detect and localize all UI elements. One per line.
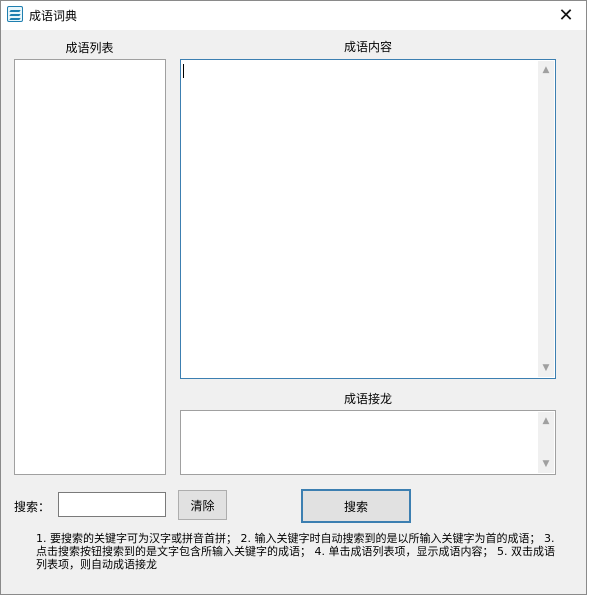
scroll-down-icon[interactable]: ▼ bbox=[538, 363, 554, 373]
text-caret bbox=[183, 64, 184, 78]
scroll-up-icon[interactable]: ▲ bbox=[538, 65, 554, 75]
idiom-chain-label: 成语接龙 bbox=[343, 392, 392, 406]
idiom-content-label: 成语内容 bbox=[343, 40, 392, 54]
content-scrollbar[interactable]: ▲ ▼ bbox=[538, 61, 554, 377]
scroll-down-icon[interactable]: ▼ bbox=[538, 459, 554, 469]
search-label: 搜索： bbox=[14, 500, 51, 514]
chain-scrollbar[interactable]: ▲ ▼ bbox=[538, 412, 554, 473]
dictionary-app-icon bbox=[7, 6, 23, 22]
window-title: 成语词典 bbox=[29, 9, 78, 23]
clear-button[interactable]: 清除 bbox=[178, 490, 227, 520]
close-icon: ✕ bbox=[558, 5, 574, 26]
title-bar[interactable]: 成语词典 ✕ bbox=[1, 1, 586, 30]
close-button[interactable]: ✕ bbox=[546, 1, 586, 30]
search-input[interactable] bbox=[58, 492, 166, 517]
search-button[interactable]: 搜索 bbox=[301, 489, 411, 523]
idiom-list-label: 成语列表 bbox=[65, 41, 114, 55]
scroll-up-icon[interactable]: ▲ bbox=[538, 416, 554, 426]
idiom-chain-textarea[interactable]: ▲ ▼ bbox=[180, 410, 556, 475]
help-instructions: 1. 要搜索的关键字可为汉字或拼音首拼； 2. 输入关键字时自动搜索到的是以所输… bbox=[36, 532, 555, 571]
idiom-list[interactable] bbox=[14, 59, 166, 475]
idiom-content-textarea[interactable]: ▲ ▼ bbox=[180, 59, 556, 379]
app-window: 成语词典 ✕ 成语列表 成语内容 ▲ ▼ 成语接龙 ▲ ▼ 搜索： 清除 搜索 … bbox=[0, 0, 587, 595]
